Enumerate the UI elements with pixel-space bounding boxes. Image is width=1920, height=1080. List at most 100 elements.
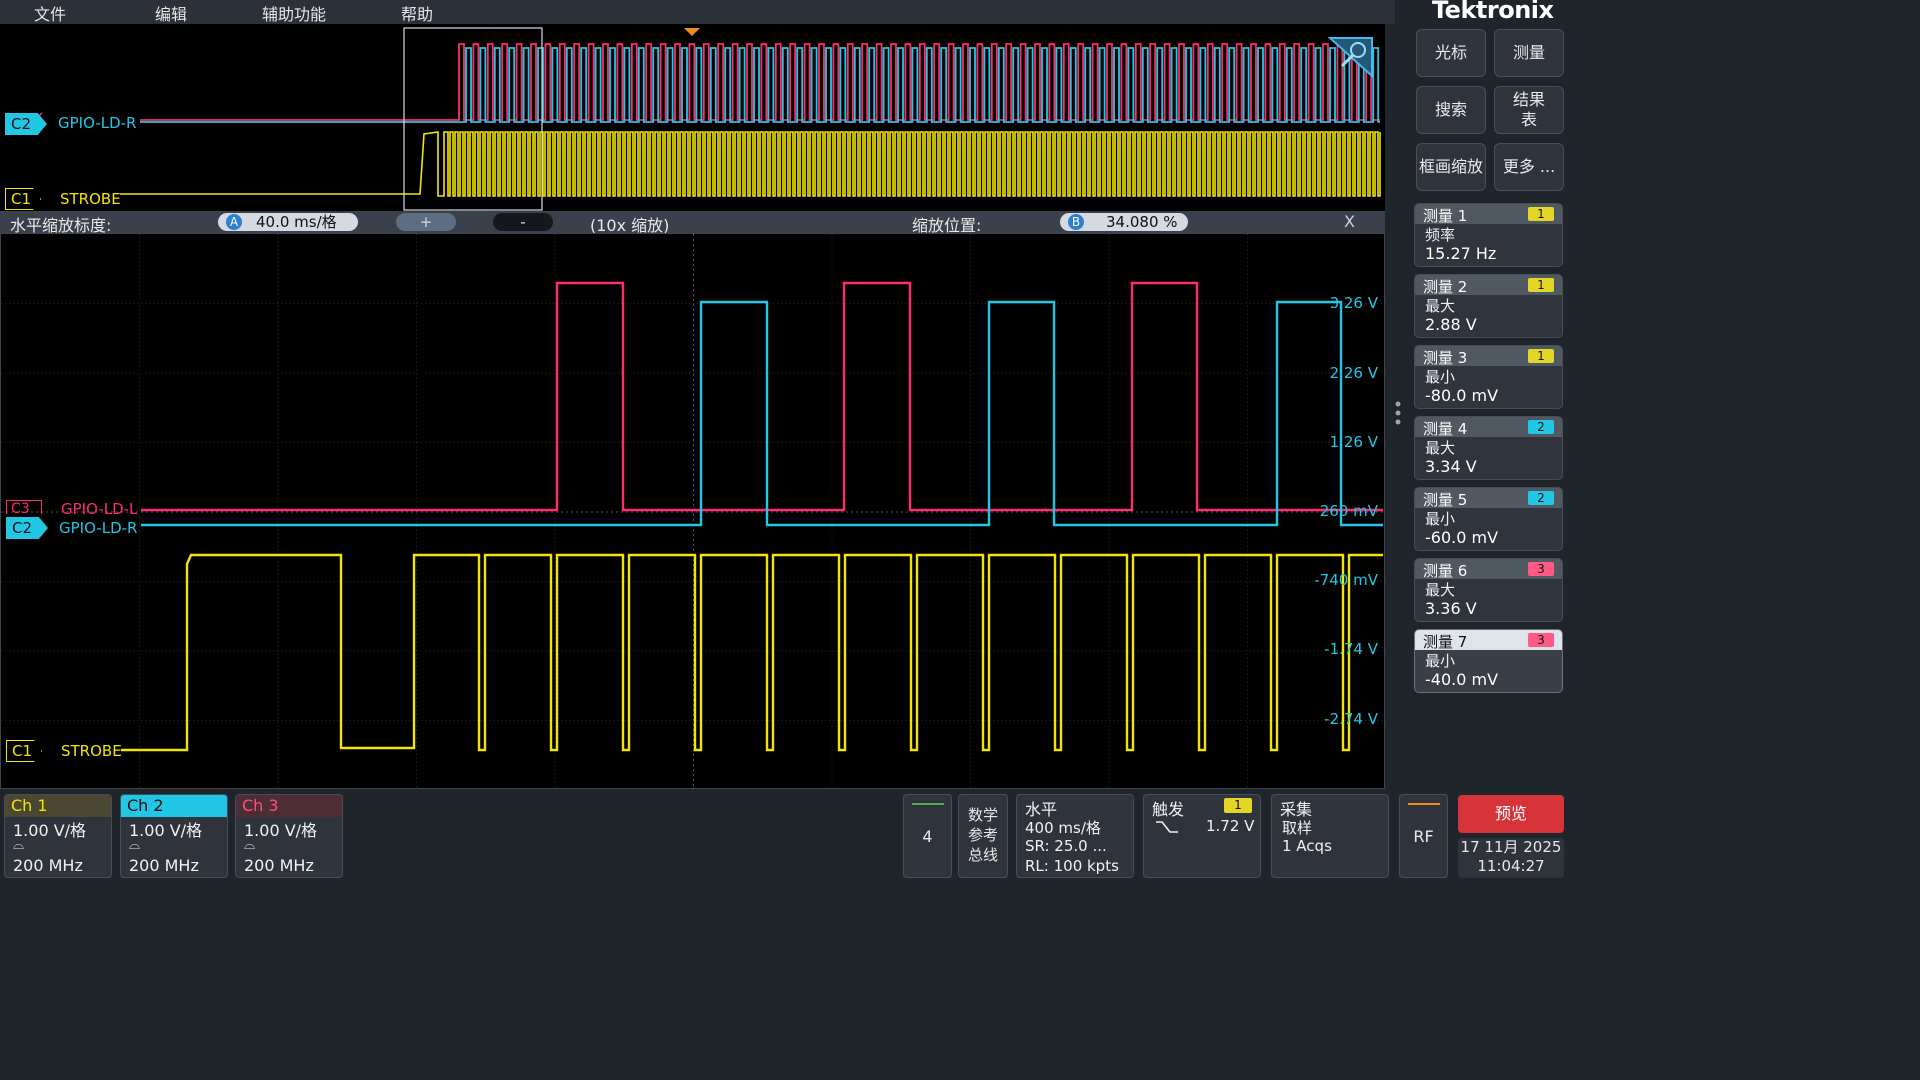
bandwidth-icon: ⌓ [244, 837, 256, 853]
measurement-param: 最大 [1425, 297, 1456, 315]
zoom-tool-icon[interactable] [1327, 36, 1374, 79]
math-ref-bus-button[interactable]: 数学 参考 总线 [958, 794, 1008, 878]
measurement-title: 测量 2 [1423, 278, 1468, 296]
measurement-source-badge: 1 [1528, 278, 1554, 292]
overview-c1-label: STROBE [60, 190, 121, 208]
ch3-bandwidth: 200 MHz [244, 856, 314, 875]
bandwidth-icon: ⌓ [13, 837, 25, 853]
measurement-param: 频率 [1425, 226, 1456, 244]
measurement-param: 最小 [1425, 652, 1456, 670]
axis-label: 1.26 V [1329, 433, 1378, 451]
measurement-param: 最小 [1425, 368, 1456, 386]
ch3-waveform [141, 281, 1383, 512]
search-button[interactable]: 搜索 [1416, 86, 1486, 134]
overview-waveform-area[interactable]: C2 GPIO-LD-R C1 STROBE [0, 24, 1385, 211]
channel-4-label: 4 [922, 827, 933, 846]
trigger-title: 触发 [1152, 800, 1185, 819]
zoom-scale-field[interactable]: A 40.0 ms/格 [218, 213, 358, 231]
horizontal-badge[interactable]: 水平 400 ms/格 SR: 25.0 ... RL: 100 kpts [1016, 794, 1134, 878]
menu-help[interactable]: 帮助 [401, 1, 433, 25]
measurement-source-badge: 1 [1528, 349, 1554, 363]
panel-drag-handle[interactable] [1395, 400, 1401, 430]
measurement-5[interactable]: 测量 5 2 最小 -60.0 mV [1414, 487, 1563, 551]
record-length: RL: 100 kpts [1025, 857, 1119, 875]
measurement-7[interactable]: 测量 7 3 最小 -40.0 mV [1414, 629, 1563, 693]
axis-label: 260 mV [1319, 502, 1378, 520]
a-knob-badge: A [226, 214, 242, 230]
measurement-title: 测量 4 [1423, 420, 1468, 438]
measurement-param: 最小 [1425, 510, 1456, 528]
zoom-draw-button[interactable]: 框画缩放 [1416, 143, 1486, 191]
trigger-level: 1.72 V [1206, 817, 1255, 835]
tektronix-logo: Tektronix [1432, 0, 1554, 24]
measurement-title: 测量 7 [1423, 633, 1468, 651]
bus-label: 总线 [967, 846, 998, 864]
ref-label: 参考 [967, 826, 998, 844]
measurement-value: 2.88 V [1425, 315, 1477, 334]
measurement-value: -80.0 mV [1425, 386, 1499, 405]
ch2-title: Ch 2 [127, 796, 164, 815]
ch2-bandwidth: 200 MHz [129, 856, 199, 875]
menu-utility[interactable]: 辅助功能 [262, 1, 326, 25]
measurement-source-badge: 2 [1528, 491, 1554, 505]
zoom-waveform-area[interactable]: 3.26 V 2.26 V 1.26 V 260 mV -740 mV -1.7… [0, 233, 1386, 790]
acquire-mode: 取样 [1282, 819, 1313, 837]
measurement-value: 3.36 V [1425, 599, 1477, 618]
rf-label: RF [1413, 827, 1434, 846]
menu-edit[interactable]: 编辑 [155, 1, 187, 25]
axis-label: 3.26 V [1329, 294, 1378, 312]
results-table-button[interactable]: 结果 表 [1494, 86, 1564, 134]
measurement-source-badge: 3 [1528, 633, 1554, 647]
measurement-2[interactable]: 测量 2 1 最大 2.88 V [1414, 274, 1563, 338]
measurement-param: 最大 [1425, 581, 1456, 599]
bandwidth-icon: ⌓ [129, 837, 141, 853]
measure-button[interactable]: 测量 [1494, 29, 1564, 77]
acquire-badge[interactable]: 采集 取样 1 Acqs [1271, 794, 1389, 878]
measurement-1[interactable]: 测量 1 1 频率 15.27 Hz [1414, 203, 1563, 267]
ch1-title: Ch 1 [11, 796, 48, 815]
acquire-count: 1 Acqs [1282, 837, 1332, 855]
measurement-source-badge: 3 [1528, 562, 1554, 576]
ch3-title: Ch 3 [242, 796, 279, 815]
zoom-position-field[interactable]: B 34.080 % [1060, 213, 1188, 231]
date-text: 17 11月 2025 [1460, 838, 1562, 856]
more-button[interactable]: 更多 ... [1494, 143, 1564, 191]
ch3-settings-badge[interactable]: Ch 3 1.00 V/格 ⌓ 200 MHz [235, 794, 343, 878]
measurement-3[interactable]: 测量 3 1 最小 -80.0 mV [1414, 345, 1563, 409]
overview-c2-label: GPIO-LD-R [58, 114, 137, 132]
zoom-in-button[interactable]: + [396, 213, 456, 231]
measurement-value: 15.27 Hz [1425, 244, 1497, 263]
c3-label: GPIO-LD-L [61, 502, 138, 516]
add-channel-button[interactable]: 4 [903, 794, 952, 878]
measurement-title: 测量 3 [1423, 349, 1468, 367]
measurement-source-badge: 2 [1528, 420, 1554, 434]
c3-badge[interactable]: C3 [6, 500, 42, 514]
measurement-value: -40.0 mV [1425, 670, 1499, 689]
zoom-bar: 水平缩放标度: A 40.0 ms/格 + - (10x 缩放) 缩放位置: B… [0, 211, 1385, 235]
measurement-title: 测量 1 [1423, 207, 1468, 225]
trigger-badge[interactable]: 触发 1 1.72 V [1143, 794, 1261, 878]
close-zoom-button[interactable]: X [1344, 212, 1355, 231]
axis-label: -2.74 V [1324, 710, 1378, 728]
ch2-settings-badge[interactable]: Ch 2 1.00 V/格 ⌓ 200 MHz [120, 794, 228, 878]
zoom-scale-value: 40.0 ms/格 [256, 213, 337, 231]
preview-button[interactable]: 预览 [1458, 795, 1564, 833]
time-text: 11:04:27 [1477, 857, 1545, 875]
measurement-param: 最大 [1425, 439, 1456, 457]
overview-ch1-waveform [120, 131, 1381, 197]
trigger-position-marker [684, 28, 700, 36]
cursor-button[interactable]: 光标 [1416, 29, 1486, 77]
ch1-settings-badge[interactable]: Ch 1 1.00 V/格 ⌓ 200 MHz [4, 794, 112, 878]
rf-button[interactable]: RF [1399, 794, 1448, 878]
date-time-badge[interactable]: 17 11月 2025 11:04:27 [1458, 838, 1564, 878]
rising-edge-icon [1156, 819, 1178, 839]
c2-label: GPIO-LD-R [59, 519, 138, 537]
zoom-waveform [1, 234, 1386, 790]
measurement-6[interactable]: 测量 6 3 最大 3.36 V [1414, 558, 1563, 622]
menu-file[interactable]: 文件 [34, 1, 66, 25]
zoom-out-button[interactable]: - [493, 213, 553, 231]
measurement-source-badge: 1 [1528, 207, 1554, 221]
overview-ch3-waveform [140, 43, 1380, 121]
measurement-4[interactable]: 测量 4 2 最大 3.34 V [1414, 416, 1563, 480]
overview-waveform [120, 27, 1381, 211]
